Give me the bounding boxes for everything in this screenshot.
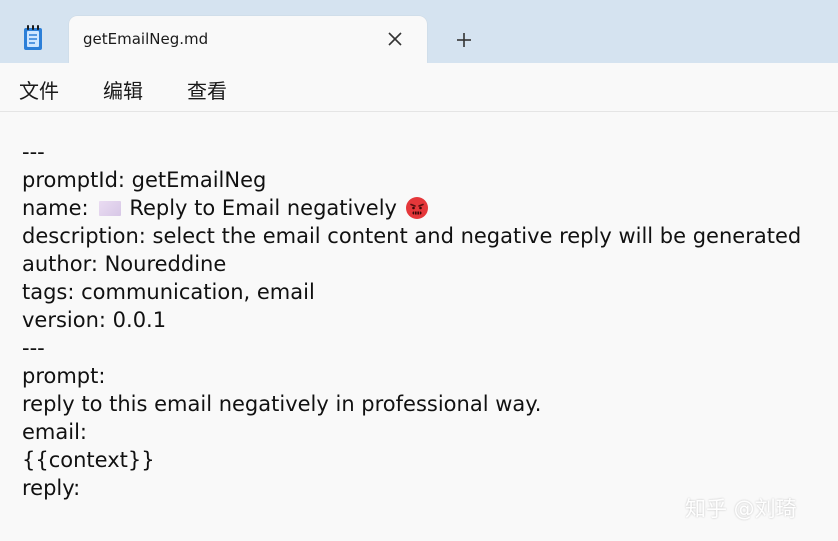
editor-lines: --- promptId: getEmailNeg name: Reply to… bbox=[22, 138, 801, 502]
menu-view[interactable]: 查看 bbox=[187, 75, 227, 104]
purple-square-emoji bbox=[99, 201, 122, 216]
menu-edit[interactable]: 编辑 bbox=[103, 75, 143, 104]
notepad-icon[interactable] bbox=[22, 24, 44, 52]
name-value: Reply to Email negatively bbox=[129, 196, 397, 220]
text-editor[interactable]: --- promptId: getEmailNeg name: Reply to… bbox=[0, 112, 838, 541]
angry-face-emoji bbox=[405, 197, 428, 219]
editor-line: description: select the email content an… bbox=[22, 224, 802, 248]
editor-line: --- bbox=[22, 336, 45, 360]
editor-line: {{context}} bbox=[22, 448, 155, 472]
close-icon[interactable] bbox=[385, 29, 405, 49]
editor-line: tags: communication, email bbox=[22, 280, 315, 304]
title-bar: getEmailNeg.md bbox=[0, 0, 838, 63]
editor-line: promptId: getEmailNeg bbox=[22, 168, 267, 192]
tab-title: getEmailNeg.md bbox=[83, 30, 209, 48]
editor-line: reply to this email negatively in profes… bbox=[22, 392, 542, 416]
editor-line: author: Noureddine bbox=[22, 252, 227, 276]
editor-line-name: name: Reply to Email negatively bbox=[22, 194, 801, 222]
watermark: 知乎 @刘琦 bbox=[685, 497, 797, 521]
editor-line: email: bbox=[22, 420, 87, 444]
plus-icon[interactable] bbox=[454, 30, 474, 50]
menu-bar: 文件 编辑 查看 bbox=[0, 63, 838, 112]
menu-file[interactable]: 文件 bbox=[19, 75, 59, 104]
editor-line: --- bbox=[22, 140, 45, 164]
tab-getemailneg[interactable]: getEmailNeg.md bbox=[69, 16, 427, 63]
editor-line: prompt: bbox=[22, 364, 106, 388]
editor-line: version: 0.0.1 bbox=[22, 308, 167, 332]
name-key: name: bbox=[22, 196, 89, 220]
